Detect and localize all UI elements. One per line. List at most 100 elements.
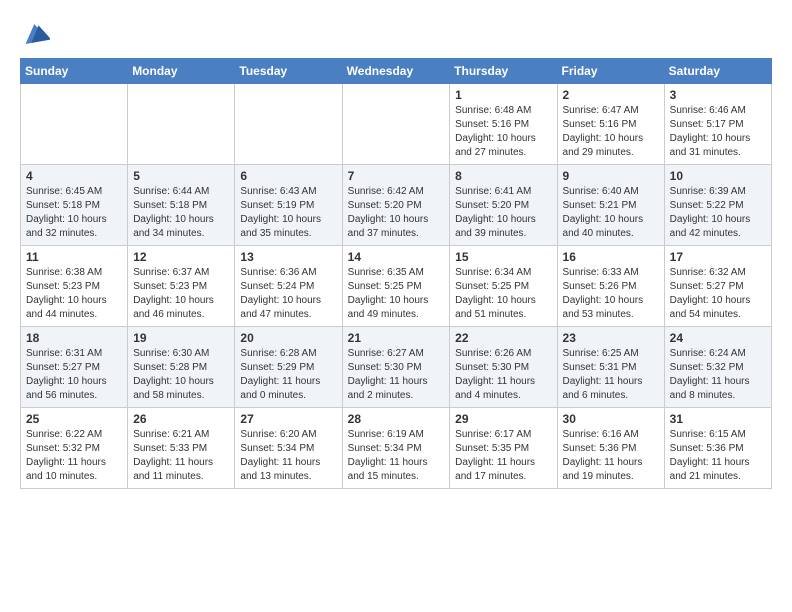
calendar-week-1: 1 Sunrise: 6:48 AM Sunset: 5:16 PM Daylig… [21, 84, 772, 165]
day-header-saturday: Saturday [664, 59, 771, 84]
calendar-cell: 30 Sunrise: 6:16 AM Sunset: 5:36 PM Dayli… [557, 408, 664, 489]
day-info: Sunrise: 6:27 AM Sunset: 5:30 PM Dayligh… [348, 347, 445, 403]
day-number: 22 [455, 331, 551, 345]
calendar-week-4: 18Sunrise: 6:31 AM Sunset: 5:27 PM Dayli… [21, 327, 772, 408]
day-header-monday: Monday [128, 59, 235, 84]
day-header-wednesday: Wednesday [342, 59, 450, 84]
calendar-cell: 21 Sunrise: 6:27 AM Sunset: 5:30 PM Dayli… [342, 327, 450, 408]
day-number: 26 [133, 412, 229, 426]
day-info: Sunrise: 6:43 AM Sunset: 5:19 PM Dayligh… [240, 185, 336, 241]
page: SundayMondayTuesdayWednesdayThursdayFrid… [0, 0, 792, 499]
calendar-cell [342, 84, 450, 165]
logo-icon [22, 20, 50, 48]
calendar-cell: 26Sunrise: 6:21 AM Sunset: 5:33 PM Dayli… [128, 408, 235, 489]
header [20, 20, 772, 48]
day-number: 18 [26, 331, 122, 345]
calendar-cell: 5 Sunrise: 6:44 AM Sunset: 5:18 PM Daylig… [128, 165, 235, 246]
calendar-cell: 17 Sunrise: 6:32 AM Sunset: 5:27 PM Dayli… [664, 246, 771, 327]
calendar-cell: 31 Sunrise: 6:15 AM Sunset: 5:36 PM Dayli… [664, 408, 771, 489]
calendar-cell: 13 Sunrise: 6:36 AM Sunset: 5:24 PM Dayli… [235, 246, 342, 327]
calendar-week-3: 11 Sunrise: 6:38 AM Sunset: 5:23 PM Dayli… [21, 246, 772, 327]
day-number: 10 [670, 169, 766, 183]
day-number: 11 [26, 250, 122, 264]
day-number: 5 [133, 169, 229, 183]
day-number: 28 [348, 412, 445, 426]
day-info: Sunrise: 6:47 AM Sunset: 5:16 PM Dayligh… [563, 104, 659, 160]
calendar-cell: 7 Sunrise: 6:42 AM Sunset: 5:20 PM Daylig… [342, 165, 450, 246]
day-info: Sunrise: 6:30 AM Sunset: 5:28 PM Dayligh… [133, 347, 229, 403]
day-number: 25 [26, 412, 122, 426]
calendar-cell: 10 Sunrise: 6:39 AM Sunset: 5:22 PM Dayli… [664, 165, 771, 246]
day-number: 9 [563, 169, 659, 183]
day-info: Sunrise: 6:24 AM Sunset: 5:32 PM Dayligh… [670, 347, 766, 403]
day-number: 31 [670, 412, 766, 426]
day-info: Sunrise: 6:19 AM Sunset: 5:34 PM Dayligh… [348, 428, 445, 484]
day-info: Sunrise: 6:32 AM Sunset: 5:27 PM Dayligh… [670, 266, 766, 322]
day-number: 6 [240, 169, 336, 183]
calendar-cell: 9 Sunrise: 6:40 AM Sunset: 5:21 PM Daylig… [557, 165, 664, 246]
day-info: Sunrise: 6:35 AM Sunset: 5:25 PM Dayligh… [348, 266, 445, 322]
day-number: 16 [563, 250, 659, 264]
day-info: Sunrise: 6:45 AM Sunset: 5:18 PM Dayligh… [26, 185, 122, 241]
day-info: Sunrise: 6:38 AM Sunset: 5:23 PM Dayligh… [26, 266, 122, 322]
day-info: Sunrise: 6:15 AM Sunset: 5:36 PM Dayligh… [670, 428, 766, 484]
logo [20, 20, 50, 48]
day-number: 8 [455, 169, 551, 183]
day-number: 13 [240, 250, 336, 264]
day-info: Sunrise: 6:42 AM Sunset: 5:20 PM Dayligh… [348, 185, 445, 241]
day-number: 30 [563, 412, 659, 426]
calendar-cell: 12Sunrise: 6:37 AM Sunset: 5:23 PM Dayli… [128, 246, 235, 327]
day-header-friday: Friday [557, 59, 664, 84]
day-number: 29 [455, 412, 551, 426]
calendar-cell [128, 84, 235, 165]
day-info: Sunrise: 6:37 AM Sunset: 5:23 PM Dayligh… [133, 266, 229, 322]
day-number: 3 [670, 88, 766, 102]
calendar-cell: 18Sunrise: 6:31 AM Sunset: 5:27 PM Dayli… [21, 327, 128, 408]
calendar-cell: 2 Sunrise: 6:47 AM Sunset: 5:16 PM Daylig… [557, 84, 664, 165]
day-header-sunday: Sunday [21, 59, 128, 84]
day-number: 17 [670, 250, 766, 264]
day-number: 20 [240, 331, 336, 345]
day-number: 2 [563, 88, 659, 102]
day-info: Sunrise: 6:20 AM Sunset: 5:34 PM Dayligh… [240, 428, 336, 484]
day-number: 14 [348, 250, 445, 264]
calendar-header-row: SundayMondayTuesdayWednesdayThursdayFrid… [21, 59, 772, 84]
calendar-week-2: 4 Sunrise: 6:45 AM Sunset: 5:18 PM Daylig… [21, 165, 772, 246]
calendar-cell: 11 Sunrise: 6:38 AM Sunset: 5:23 PM Dayli… [21, 246, 128, 327]
calendar-cell [235, 84, 342, 165]
day-info: Sunrise: 6:25 AM Sunset: 5:31 PM Dayligh… [563, 347, 659, 403]
calendar-cell: 28 Sunrise: 6:19 AM Sunset: 5:34 PM Dayli… [342, 408, 450, 489]
day-info: Sunrise: 6:44 AM Sunset: 5:18 PM Dayligh… [133, 185, 229, 241]
day-info: Sunrise: 6:16 AM Sunset: 5:36 PM Dayligh… [563, 428, 659, 484]
day-info: Sunrise: 6:48 AM Sunset: 5:16 PM Dayligh… [455, 104, 551, 160]
day-info: Sunrise: 6:40 AM Sunset: 5:21 PM Dayligh… [563, 185, 659, 241]
day-info: Sunrise: 6:22 AM Sunset: 5:32 PM Dayligh… [26, 428, 122, 484]
calendar-cell: 27 Sunrise: 6:20 AM Sunset: 5:34 PM Dayli… [235, 408, 342, 489]
calendar-table: SundayMondayTuesdayWednesdayThursdayFrid… [20, 58, 772, 489]
calendar-cell: 16Sunrise: 6:33 AM Sunset: 5:26 PM Dayli… [557, 246, 664, 327]
calendar-cell: 22Sunrise: 6:26 AM Sunset: 5:30 PM Dayli… [450, 327, 557, 408]
day-number: 21 [348, 331, 445, 345]
day-number: 15 [455, 250, 551, 264]
day-number: 27 [240, 412, 336, 426]
calendar-cell: 19 Sunrise: 6:30 AM Sunset: 5:28 PM Dayli… [128, 327, 235, 408]
calendar-cell: 14 Sunrise: 6:35 AM Sunset: 5:25 PM Dayli… [342, 246, 450, 327]
day-info: Sunrise: 6:46 AM Sunset: 5:17 PM Dayligh… [670, 104, 766, 160]
day-info: Sunrise: 6:34 AM Sunset: 5:25 PM Dayligh… [455, 266, 551, 322]
calendar-cell: 25 Sunrise: 6:22 AM Sunset: 5:32 PM Dayli… [21, 408, 128, 489]
day-header-thursday: Thursday [450, 59, 557, 84]
calendar-cell: 4 Sunrise: 6:45 AM Sunset: 5:18 PM Daylig… [21, 165, 128, 246]
calendar-week-5: 25 Sunrise: 6:22 AM Sunset: 5:32 PM Dayli… [21, 408, 772, 489]
day-number: 4 [26, 169, 122, 183]
calendar-cell: 3 Sunrise: 6:46 AM Sunset: 5:17 PM Daylig… [664, 84, 771, 165]
day-number: 19 [133, 331, 229, 345]
day-info: Sunrise: 6:41 AM Sunset: 5:20 PM Dayligh… [455, 185, 551, 241]
calendar-cell: 15 Sunrise: 6:34 AM Sunset: 5:25 PM Dayli… [450, 246, 557, 327]
day-info: Sunrise: 6:36 AM Sunset: 5:24 PM Dayligh… [240, 266, 336, 322]
day-number: 7 [348, 169, 445, 183]
day-info: Sunrise: 6:39 AM Sunset: 5:22 PM Dayligh… [670, 185, 766, 241]
day-number: 24 [670, 331, 766, 345]
calendar-cell: 6 Sunrise: 6:43 AM Sunset: 5:19 PM Daylig… [235, 165, 342, 246]
day-number: 1 [455, 88, 551, 102]
day-info: Sunrise: 6:28 AM Sunset: 5:29 PM Dayligh… [240, 347, 336, 403]
